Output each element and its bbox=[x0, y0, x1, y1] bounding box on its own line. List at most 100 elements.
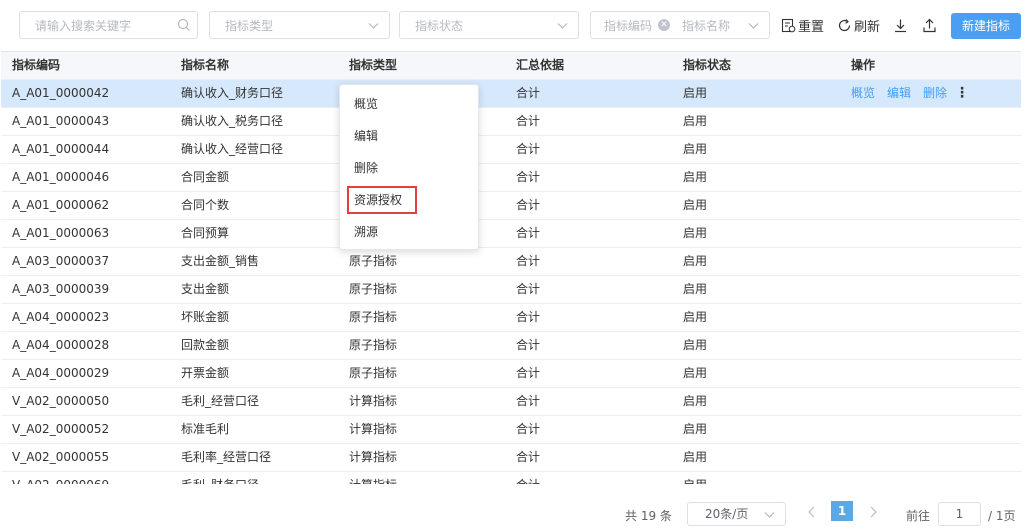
field-code-tag: 指标编码 bbox=[604, 18, 653, 33]
field-name-tag: 指标名称 bbox=[682, 18, 731, 33]
prev-page-icon[interactable] bbox=[805, 504, 819, 520]
upload-button[interactable] bbox=[922, 14, 939, 36]
table-row[interactable]: V_A02_0000069 毛利_财务口径 计算指标 合计 启用 bbox=[1, 472, 1021, 484]
cell-code: V_A02_0000069 bbox=[12, 472, 109, 484]
search-placeholder: 请输入搜索关键字 bbox=[35, 18, 132, 33]
table-row[interactable]: A_A04_0000023 坏账金额 原子指标 合计 启用 bbox=[1, 304, 1021, 332]
menu-item-overview[interactable]: 概览 bbox=[354, 94, 378, 114]
new-indicator-button[interactable]: 新建指标 bbox=[951, 13, 1021, 39]
cell-type: 原子指标 bbox=[349, 366, 398, 380]
cell-basis: 合计 bbox=[516, 450, 541, 464]
more-icon[interactable]: ⋮ bbox=[955, 80, 969, 107]
type-select[interactable]: 指标类型 bbox=[209, 11, 390, 39]
cell-code: A_A01_0000063 bbox=[12, 226, 110, 240]
page-size-value: 20条/页 bbox=[705, 507, 749, 521]
menu-item-edit[interactable]: 编辑 bbox=[354, 126, 378, 146]
table-row[interactable]: A_A01_0000043 确认收入_税务口径 合计 启用 bbox=[1, 108, 1021, 136]
cell-basis: 合计 bbox=[516, 338, 541, 352]
cell-status: 启用 bbox=[683, 310, 708, 324]
table-row[interactable]: A_A04_0000028 回款金额 原子指标 合计 启用 bbox=[1, 332, 1021, 360]
goto-page-input[interactable]: 1 bbox=[938, 502, 981, 526]
chevron-down-icon bbox=[748, 23, 759, 29]
cell-basis: 合计 bbox=[516, 114, 541, 128]
upload-icon bbox=[923, 18, 936, 32]
cell-basis: 合计 bbox=[516, 170, 541, 184]
cell-type: 原子指标 bbox=[349, 282, 398, 296]
status-select[interactable]: 指标状态 bbox=[399, 11, 579, 39]
cell-code: A_A01_0000042 bbox=[12, 86, 110, 100]
cell-basis: 合计 bbox=[516, 142, 541, 156]
chevron-down-icon bbox=[368, 23, 379, 29]
status-placeholder: 指标状态 bbox=[415, 18, 464, 33]
cell-status: 启用 bbox=[683, 450, 708, 464]
table-row[interactable]: A_A03_0000037 支出金额_销售 原子指标 合计 启用 bbox=[1, 248, 1021, 276]
cell-status: 启用 bbox=[683, 254, 708, 268]
overview-link[interactable]: 概览 bbox=[851, 80, 875, 107]
cell-code: V_A02_0000055 bbox=[12, 450, 110, 464]
table-row[interactable]: A_A01_0000062 合同个数 合计 启用 bbox=[1, 192, 1021, 220]
menu-item-delete[interactable]: 删除 bbox=[354, 158, 378, 178]
table-row[interactable]: A_A01_0000046 合同金额 合计 启用 bbox=[1, 164, 1021, 192]
chevron-down-icon bbox=[764, 512, 775, 518]
cell-name: 坏账金额 bbox=[181, 310, 230, 324]
cell-code: A_A04_0000023 bbox=[12, 310, 110, 324]
table-row[interactable]: A_A04_0000029 开票金额 原子指标 合计 启用 bbox=[1, 360, 1021, 388]
total-count: 共 19 条 bbox=[625, 509, 672, 523]
table-row[interactable]: V_A02_0000052 标准毛利 计算指标 合计 启用 bbox=[1, 416, 1021, 444]
header-type[interactable]: 指标类型 bbox=[349, 52, 397, 79]
total-pages: / 1页 bbox=[988, 509, 1016, 523]
cell-name: 确认收入_财务口径 bbox=[181, 86, 284, 100]
table-row[interactable]: A_A01_0000042 确认收入_财务口径 合计 启用 概览 编辑 删除 ⋮ bbox=[1, 80, 1021, 108]
download-icon bbox=[895, 19, 906, 32]
cell-status: 启用 bbox=[683, 394, 708, 408]
cell-name: 标准毛利 bbox=[181, 422, 230, 436]
indicator-table: 指标编码 指标名称 指标类型 汇总依据 指标状态 操作 A_A01_000004… bbox=[1, 51, 1021, 484]
table-row[interactable]: V_A02_0000050 毛利_经营口径 计算指标 合计 启用 bbox=[1, 388, 1021, 416]
cell-name: 支出金额_销售 bbox=[181, 254, 260, 268]
refresh-icon bbox=[838, 18, 851, 31]
table-row[interactable]: A_A03_0000039 支出金额 原子指标 合计 启用 bbox=[1, 276, 1021, 304]
clear-icon[interactable]: ✕ bbox=[658, 19, 671, 31]
cell-name: 毛利率_经营口径 bbox=[181, 450, 272, 464]
cell-basis: 合计 bbox=[516, 86, 541, 100]
cell-type: 计算指标 bbox=[349, 394, 398, 408]
cell-status: 启用 bbox=[683, 114, 708, 128]
cell-basis: 合计 bbox=[516, 282, 541, 296]
menu-item-trace[interactable]: 溯源 bbox=[354, 222, 378, 242]
table-row[interactable]: A_A01_0000063 合同预算 合计 启用 bbox=[1, 220, 1021, 248]
header-status[interactable]: 指标状态 bbox=[683, 52, 731, 79]
field-select[interactable]: 指标编码 ✕ 指标名称 bbox=[590, 11, 770, 39]
header-basis[interactable]: 汇总依据 bbox=[516, 52, 564, 79]
search-icon[interactable] bbox=[177, 18, 191, 32]
cell-name: 合同预算 bbox=[181, 226, 230, 240]
cell-status: 启用 bbox=[683, 366, 708, 380]
reset-button[interactable]: 重置 bbox=[781, 14, 824, 36]
cell-basis: 合计 bbox=[516, 472, 540, 484]
context-menu: 概览 编辑 删除 资源授权 溯源 bbox=[339, 84, 479, 250]
type-placeholder: 指标类型 bbox=[225, 18, 274, 33]
search-input[interactable]: 请输入搜索关键字 bbox=[19, 11, 198, 39]
cell-basis: 合计 bbox=[516, 198, 541, 212]
cell-code: A_A04_0000028 bbox=[12, 338, 110, 352]
current-page[interactable]: 1 bbox=[831, 501, 853, 521]
cell-name: 支出金额 bbox=[181, 282, 230, 296]
refresh-button[interactable]: 刷新 bbox=[837, 14, 880, 36]
cell-basis: 合计 bbox=[516, 226, 541, 240]
cell-name: 确认收入_税务口径 bbox=[181, 114, 284, 128]
cell-code: A_A01_0000043 bbox=[12, 114, 110, 128]
delete-link[interactable]: 删除 bbox=[923, 80, 947, 107]
page-size-select[interactable]: 20条/页 bbox=[687, 502, 786, 526]
cell-name: 毛利_经营口径 bbox=[181, 394, 260, 408]
download-button[interactable] bbox=[893, 14, 910, 36]
reset-label: 重置 bbox=[798, 19, 825, 35]
cell-name: 回款金额 bbox=[181, 338, 230, 352]
header-name[interactable]: 指标名称 bbox=[181, 52, 229, 79]
cell-name: 合同个数 bbox=[181, 198, 230, 212]
edit-link[interactable]: 编辑 bbox=[887, 80, 911, 107]
table-row[interactable]: V_A02_0000055 毛利率_经营口径 计算指标 合计 启用 bbox=[1, 444, 1021, 472]
next-page-icon[interactable] bbox=[866, 504, 880, 520]
table-row[interactable]: A_A01_0000044 确认收入_经营口径 合计 启用 bbox=[1, 136, 1021, 164]
table-body: A_A01_0000042 确认收入_财务口径 合计 启用 概览 编辑 删除 ⋮ A_A01_0… bbox=[1, 80, 1021, 484]
chevron-down-icon bbox=[557, 23, 568, 29]
header-code[interactable]: 指标编码 bbox=[12, 52, 60, 79]
